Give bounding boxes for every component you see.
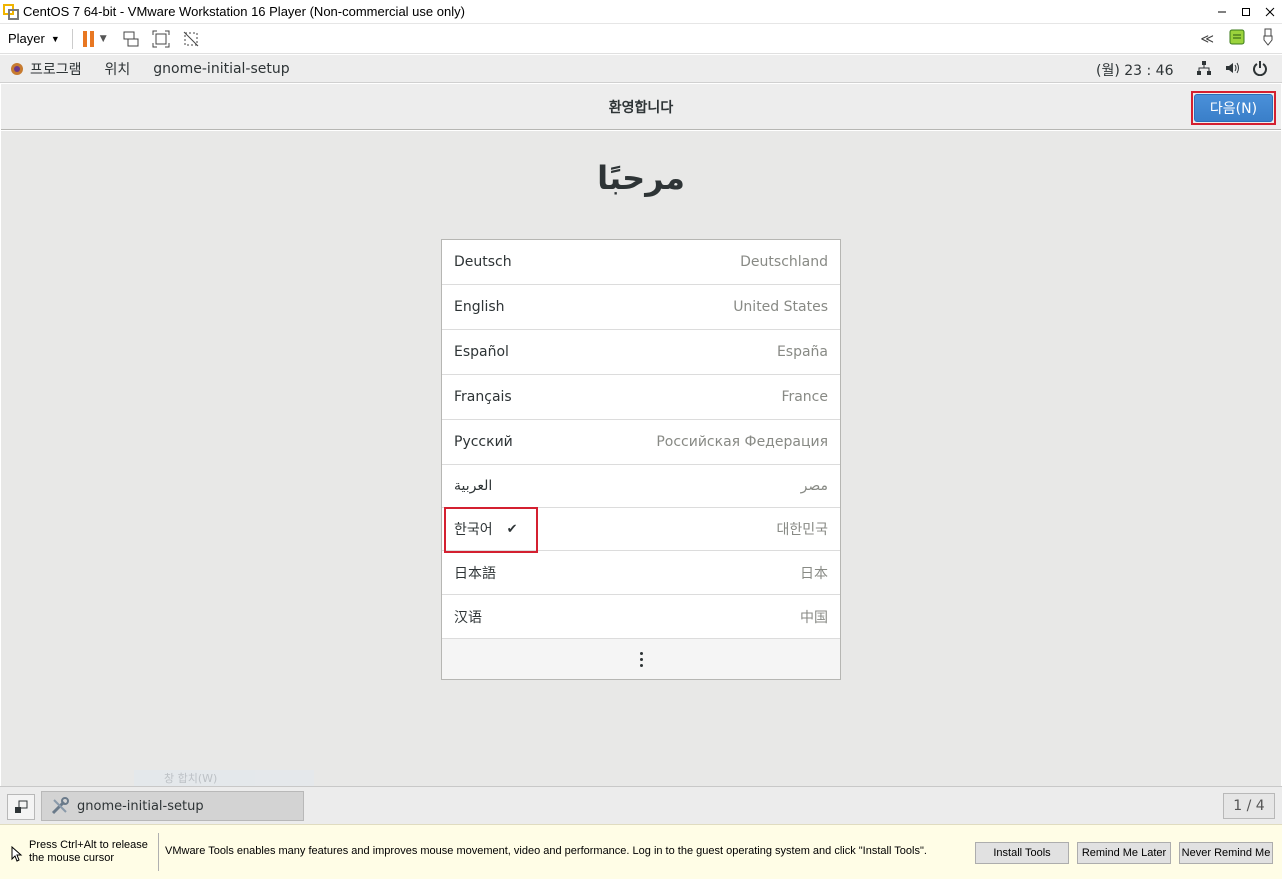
install-tools-button[interactable]: Install Tools (975, 842, 1069, 864)
language-name: Deutsch (454, 254, 512, 270)
power-icon[interactable] (1252, 60, 1268, 80)
clock[interactable]: (월) 23 : 46 (1096, 60, 1174, 80)
more-languages-button[interactable] (442, 639, 840, 679)
tools-icon (51, 797, 69, 815)
volume-icon[interactable] (1224, 60, 1240, 80)
language-row[interactable]: English United States (442, 285, 840, 330)
taskbar-window-label: gnome-initial-setup (77, 798, 204, 814)
applications-icon (11, 62, 23, 75)
language-region: Российская Федерация (656, 434, 828, 450)
player-menu-button[interactable]: Player ▼ (8, 31, 60, 46)
collapse-toolbar-icon[interactable]: ≪ (1200, 32, 1214, 47)
taskbar-window-button[interactable]: gnome-initial-setup (41, 791, 304, 821)
never-remind-button[interactable]: Never Remind Me (1179, 842, 1273, 864)
language-row[interactable]: العربية مصر (442, 465, 840, 508)
remind-later-button[interactable]: Remind Me Later (1077, 842, 1171, 864)
language-row[interactable]: Русский Российская Федерация (442, 420, 840, 465)
player-menu-label: Player (8, 31, 45, 46)
vmware-logo-icon (3, 3, 19, 20)
workspace-indicator[interactable]: 1 / 4 (1223, 793, 1275, 819)
language-name: العربية (454, 478, 493, 494)
notification-divider (158, 833, 159, 871)
language-name: Français (454, 389, 512, 405)
language-row[interactable]: 日本語 日本 (442, 551, 840, 595)
language-row[interactable]: 汉语 中国 (442, 595, 840, 639)
language-region: España (776, 344, 828, 360)
language-region: مصر (800, 478, 828, 494)
language-region: 대한민국 (776, 522, 828, 538)
language-region: United States (733, 299, 828, 315)
toolbar-divider (71, 28, 73, 49)
language-row[interactable]: Français France (442, 375, 840, 420)
close-icon[interactable] (1258, 0, 1282, 24)
maximize-icon[interactable] (1234, 0, 1258, 24)
app-menu[interactable]: gnome-initial-setup (153, 61, 289, 77)
mouse-cursor-icon (11, 846, 23, 862)
show-desktop-button[interactable] (7, 794, 35, 820)
language-name: English (454, 299, 505, 315)
language-row[interactable]: Deutsch Deutschland (442, 240, 840, 285)
window-title: CentOS 7 64-bit - VMware Workstation 16 … (23, 4, 465, 19)
selection-highlight-box (444, 507, 538, 553)
language-name: Español (454, 344, 509, 360)
setup-content: مرحبًا Deutsch Deutschland English Unite… (1, 131, 1281, 786)
window-title-bar: CentOS 7 64-bit - VMware Workstation 16 … (0, 0, 1282, 24)
notification-message: VMware Tools enables many features and i… (165, 845, 927, 857)
gnome-top-bar: 프로그램 위치 gnome-initial-setup (월) 23 : 46 (0, 55, 1282, 83)
language-name: 日本語 (454, 565, 496, 582)
release-cursor-hint: Press Ctrl+Alt to release the mouse curs… (29, 839, 148, 864)
language-list: Deutsch Deutschland English United State… (441, 239, 841, 680)
page-title: 환영합니다 (608, 100, 674, 116)
network-icon[interactable] (1196, 60, 1212, 80)
message-log-icon[interactable] (1228, 28, 1246, 50)
language-region: 中国 (800, 609, 828, 626)
language-name: 汉语 (454, 609, 482, 626)
more-vertical-icon (639, 651, 643, 667)
minimize-icon[interactable] (1210, 0, 1234, 24)
language-name: Русский (454, 434, 513, 450)
vmware-tools-notification: Press Ctrl+Alt to release the mouse curs… (0, 824, 1282, 879)
language-region: 日本 (800, 565, 828, 582)
language-region: Deutschland (740, 254, 828, 270)
send-ctrl-alt-del-icon[interactable] (121, 29, 141, 49)
welcome-heading: مرحبًا (597, 159, 685, 197)
show-desktop-icon (15, 800, 28, 813)
chevron-down-icon: ▼ (50, 33, 60, 44)
vmware-toolbar: Player ▼ ▼ ≪ (0, 24, 1282, 54)
pause-dropdown-icon[interactable]: ▼ (100, 34, 107, 44)
places-menu[interactable]: 위치 (105, 59, 131, 79)
next-button[interactable]: 다음(N) (1194, 94, 1273, 122)
language-region: France (781, 389, 828, 405)
bottom-taskbar: gnome-initial-setup 1 / 4 (0, 786, 1282, 824)
usb-devices-icon[interactable] (1260, 28, 1276, 50)
fullscreen-icon[interactable] (151, 29, 171, 49)
pause-icon[interactable] (82, 30, 94, 47)
unity-icon[interactable] (181, 29, 201, 49)
applications-menu[interactable]: 프로그램 (30, 59, 82, 79)
setup-header-bar: 환영합니다 다음(N) (1, 84, 1281, 130)
language-row[interactable]: Español España (442, 330, 840, 375)
next-button-highlight: 다음(N) (1191, 91, 1276, 125)
